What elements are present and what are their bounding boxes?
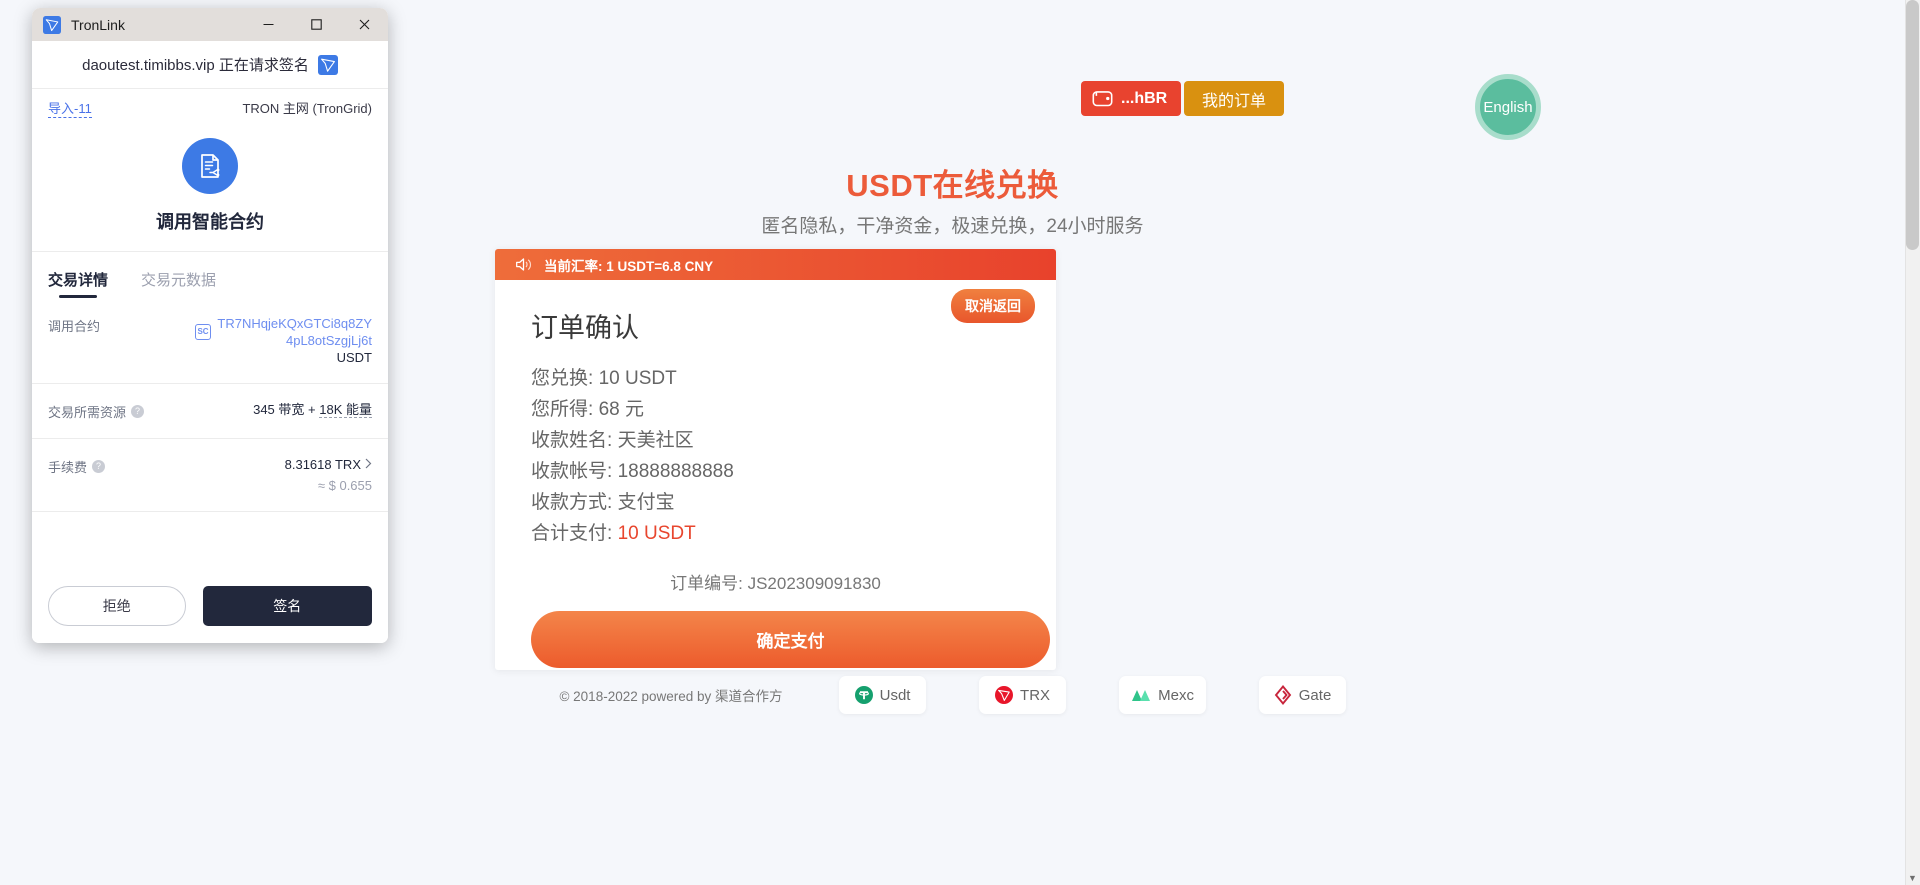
maximize-icon[interactable] — [292, 8, 340, 41]
speaker-icon — [515, 257, 532, 272]
account-network-row: 导入-11 TRON 主网 (TronGrid) — [32, 89, 388, 126]
fee-value[interactable]: 8.31618 TRX ≈ $ 0.655 — [285, 456, 372, 494]
detail-label: 您兑换: — [531, 368, 594, 389]
close-icon[interactable] — [340, 8, 388, 41]
page-footer: © 2018-2022 powered by 渠道合作方 Usdt TRX Me… — [0, 676, 1905, 714]
resource-label: 交易所需资源 ? — [48, 401, 145, 421]
detail-label: 收款姓名: — [531, 430, 613, 451]
contract-value: SC TR7NHqjeKQxGTCi8q8ZY4pL8otSzgjLj6t US… — [195, 315, 372, 366]
detail-label: 您所得: — [531, 399, 594, 420]
order-detail-list: 您兑换: 10 USDT 您所得: 68 元收款姓名: 天美社区 收款帐号: 188… — [531, 363, 1020, 549]
resource-plus: + — [308, 402, 316, 417]
order-number-value: JS202309091830 — [747, 574, 881, 593]
smart-contract-icon — [182, 138, 238, 194]
signature-request-text: daoutest.timibbs.vip 正在请求签名 — [82, 57, 309, 74]
order-detail-row: 收款方式: 支付宝 — [531, 487, 1020, 518]
field-fee: 手续费 ? 8.31618 TRX ≈ $ 0.655 — [32, 439, 388, 512]
partner-badge-trx[interactable]: TRX — [978, 676, 1066, 714]
mexc-icon — [1130, 686, 1152, 704]
cancel-return-button[interactable]: 取消返回 — [951, 289, 1035, 323]
action-title: 调用智能合约 — [156, 212, 264, 232]
chevron-right-icon — [365, 456, 372, 473]
wallet-address-label: ...hBR — [1121, 89, 1168, 107]
contract-label: 调用合约 — [48, 319, 101, 334]
action-icon-wrap — [32, 138, 388, 194]
window-controls — [244, 8, 388, 41]
partner-label: Gate — [1298, 686, 1332, 704]
tronlink-window: TronLink daoutest.timibbs.vip 正在请求签名 导入-… — [32, 8, 388, 643]
partner-badge-usdt[interactable]: Usdt — [838, 676, 926, 714]
copyright-text: © 2018-2022 powered by 渠道合作方 — [559, 689, 783, 704]
detail-value: 支付宝 — [617, 492, 675, 513]
detail-label: 收款方式: — [531, 492, 613, 513]
order-detail-row: 您所得: 68 元 — [531, 394, 1020, 425]
partner-label: TRX — [1020, 686, 1051, 704]
tronlink-action-bar: 拒绝 签名 — [32, 569, 388, 643]
tronlink-badge-icon — [317, 54, 338, 75]
resource-bandwidth: 345 带宽 — [253, 402, 305, 417]
sign-button[interactable]: 签名 — [202, 586, 372, 626]
contract-symbol: USDT — [336, 350, 372, 365]
fee-usd: ≈ $ 0.655 — [317, 478, 372, 493]
order-detail-row: 收款帐号: 18888888888 — [531, 456, 1020, 487]
wallet-address-button[interactable]: ...hBR — [1081, 81, 1182, 116]
scroll-down-arrow-icon[interactable]: ▼ — [1906, 871, 1919, 885]
smart-contract-badge-icon: SC — [195, 324, 211, 340]
minimize-icon[interactable] — [244, 8, 292, 41]
contract-address[interactable]: TR7NHqjeKQxGTCi8q8ZY4pL8otSzgjLj6t — [217, 315, 372, 349]
detail-value: 10 USDT — [617, 523, 696, 544]
partner-label: Mexc — [1158, 686, 1194, 704]
reject-button[interactable]: 拒绝 — [48, 586, 186, 626]
field-contract: 调用合约 SC TR7NHqjeKQxGTCi8q8ZY4pL8otSzgjLj… — [32, 298, 388, 384]
detail-value: 18888888888 — [617, 461, 734, 482]
resource-energy: 18K 能量 — [319, 402, 372, 418]
transaction-tabs: 交易详情 交易元数据 — [32, 252, 388, 298]
partner-badge-gate[interactable]: Gate — [1258, 676, 1346, 714]
wallet-icon — [1092, 90, 1113, 107]
exchange-rate-banner: 当前汇率: 1 USDT=6.8 CNY — [495, 249, 1056, 280]
fee-amount: 8.31618 TRX — [284, 457, 361, 472]
help-icon[interactable]: ? — [131, 405, 145, 418]
field-resources: 交易所需资源 ? 345 带宽 + 18K 能量 — [32, 384, 388, 439]
detail-label: 收款帐号: — [531, 461, 613, 482]
resource-value: 345 带宽 + 18K 能量 — [253, 401, 372, 418]
order-detail-row: 合计支付: 10 USDT — [531, 518, 1020, 549]
card-title: 订单确认 — [531, 313, 639, 343]
network-name: TRON 主网 (TronGrid) — [242, 101, 372, 116]
scrollbar-thumb[interactable] — [1906, 0, 1919, 250]
confirm-pay-button[interactable]: 确定支付 — [531, 611, 1050, 668]
page-scrollbar[interactable]: ▲ ▼ — [1905, 0, 1920, 885]
partner-label: Usdt — [879, 686, 911, 704]
order-confirm-card: 当前汇率: 1 USDT=6.8 CNY 订单确认 取消返回 您兑换: 10 U… — [495, 249, 1056, 670]
order-detail-row: 收款姓名: 天美社区 — [531, 425, 1020, 456]
my-orders-button[interactable]: 我的订单 — [1184, 81, 1285, 116]
exchange-rate-text: 当前汇率: 1 USDT=6.8 CNY — [544, 258, 714, 274]
order-number-row: 订单编号: JS202309091830 — [531, 569, 1020, 594]
tab-transaction-details[interactable]: 交易详情 — [48, 269, 108, 298]
order-detail-row: 您兑换: 10 USDT — [531, 363, 1020, 394]
tab-transaction-metadata[interactable]: 交易元数据 — [141, 269, 216, 298]
gate-icon — [1273, 685, 1293, 705]
tronlink-logo-icon — [43, 15, 61, 34]
detail-label: 合计支付: — [531, 523, 613, 544]
detail-value: 天美社区 — [617, 430, 694, 451]
help-icon[interactable]: ? — [92, 460, 106, 473]
usdt-icon — [854, 685, 874, 705]
fee-label: 手续费 ? — [48, 456, 106, 476]
detail-value: 68 元 — [598, 399, 644, 420]
partner-badge-mexc[interactable]: Mexc — [1118, 676, 1206, 714]
order-number-label: 订单编号: — [670, 574, 743, 593]
signature-request-header: daoutest.timibbs.vip 正在请求签名 — [32, 41, 388, 89]
account-name[interactable]: 导入-11 — [48, 98, 92, 118]
language-toggle-button[interactable]: English — [1475, 74, 1541, 140]
detail-value: 10 USDT — [598, 368, 677, 389]
window-title: TronLink — [71, 16, 125, 33]
trx-icon — [994, 685, 1014, 705]
tronlink-title-bar: TronLink — [32, 8, 388, 41]
